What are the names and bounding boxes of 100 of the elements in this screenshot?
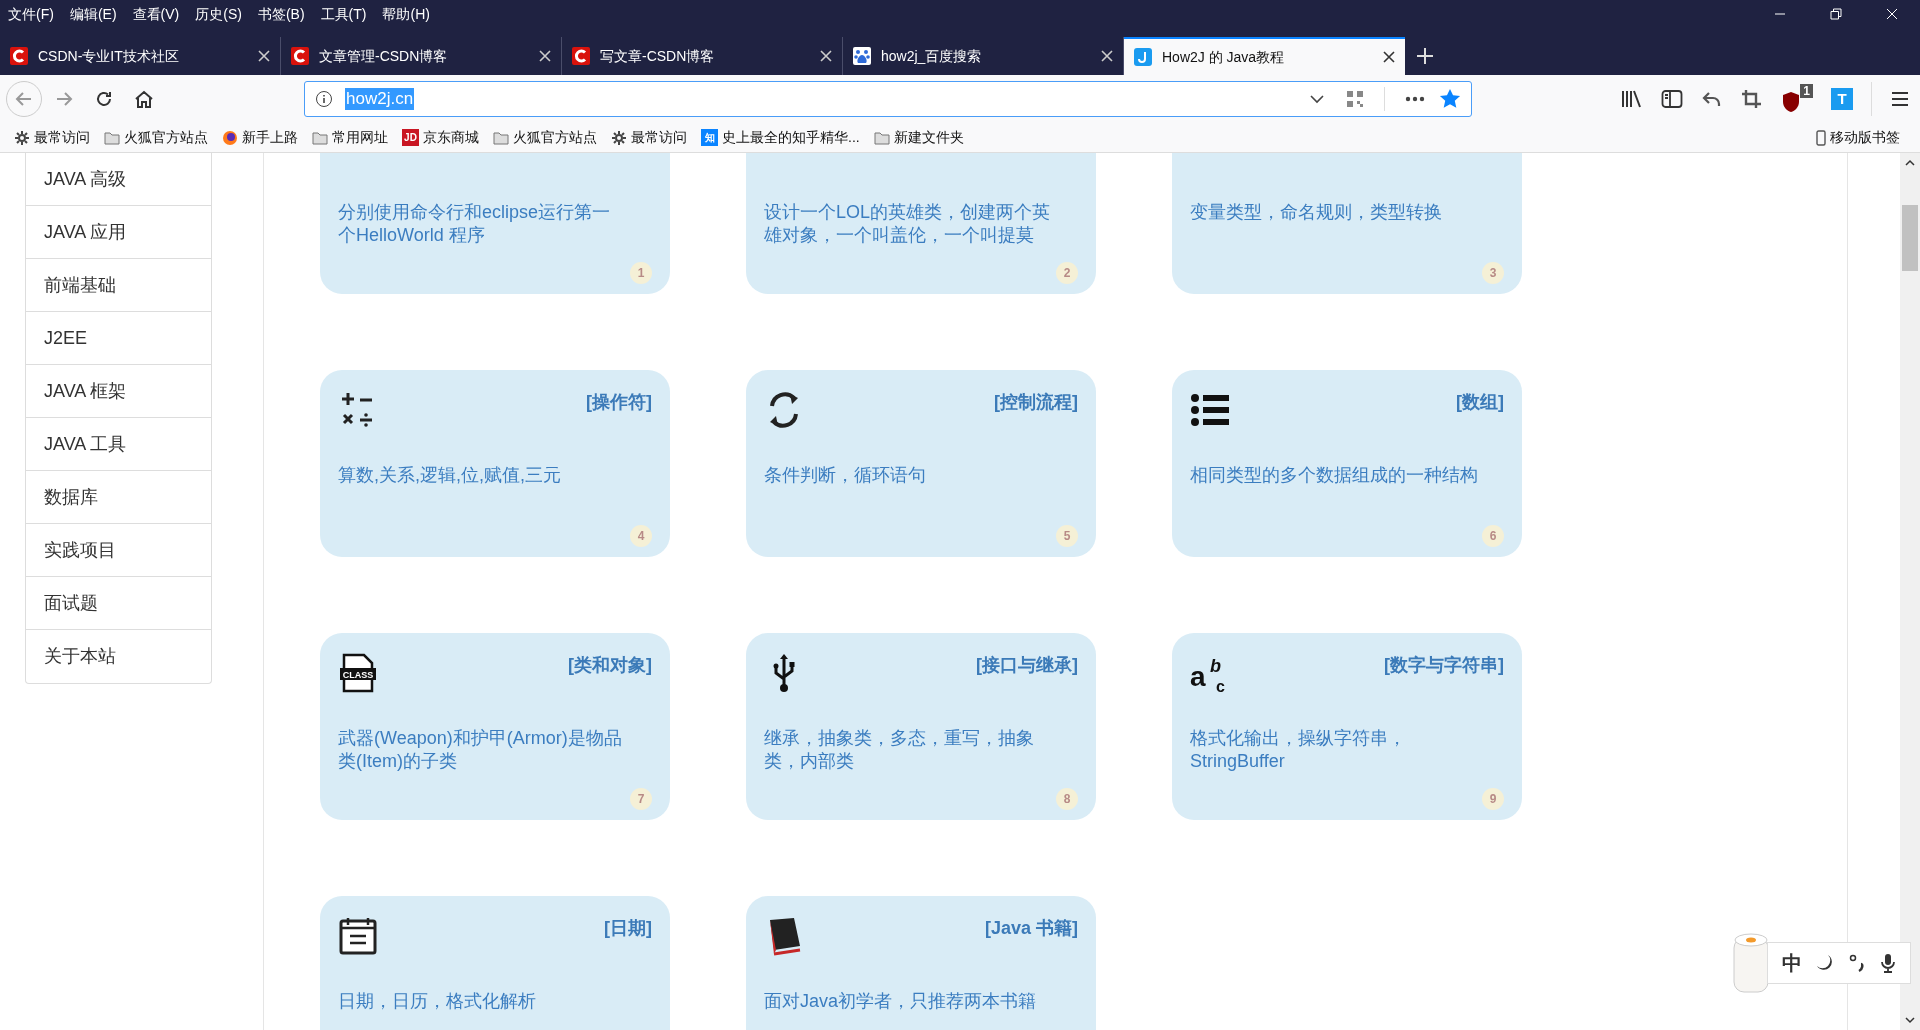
- qr-code-icon[interactable]: [1346, 90, 1364, 108]
- card-description: 算数,关系,逻辑,位,赋值,三元: [338, 464, 562, 487]
- gear-icon: [14, 129, 30, 146]
- plus-icon: [1416, 47, 1434, 65]
- lesson-number-badge: 4: [630, 525, 652, 547]
- reload-icon: [95, 90, 113, 108]
- lesson-number-badge: 5: [1056, 525, 1078, 547]
- moon-icon[interactable]: [1816, 954, 1834, 972]
- tab-title: CSDN-专业IT技术社区: [38, 46, 179, 66]
- folder-icon: [493, 129, 509, 146]
- tab-title: 文章管理-CSDN博客: [319, 46, 448, 66]
- folder-icon: [873, 129, 890, 146]
- close-tab-icon[interactable]: [1383, 51, 1395, 63]
- globe-icon: [222, 129, 238, 146]
- crop-icon[interactable]: [1741, 89, 1763, 109]
- microphone-icon[interactable]: [1880, 953, 1896, 973]
- bookmark-link[interactable]: 常用网址: [332, 127, 388, 148]
- bookmark-link[interactable]: 史上最全的知乎精华...: [722, 127, 860, 148]
- browser-tab[interactable]: How2J 的 Java教程: [1124, 37, 1405, 75]
- menu-item[interactable]: 文件(F): [0, 0, 62, 28]
- lesson-card[interactable]: 设计一个LOL的英雄类，创建两个英雄对象，一个叫盖伦，一个叫提莫 2: [746, 153, 1096, 294]
- mobile-bookmarks-link[interactable]: 移动版书签: [1830, 127, 1900, 148]
- sidebar-item[interactable]: 关于本站: [26, 630, 211, 683]
- bookmark-link[interactable]: 最常访问: [631, 127, 687, 148]
- card-description: 分别使用命令行和eclipse运行第一个HelloWorld 程序: [338, 201, 612, 247]
- menu-icon[interactable]: [1890, 90, 1910, 108]
- lesson-card[interactable]: [日期] 日期，日历，格式化解析: [320, 896, 670, 1030]
- card-description: 继承，抽象类，多态，重写，抽象类，内部类: [764, 727, 1035, 773]
- sidebar-item[interactable]: 数据库: [26, 471, 211, 524]
- c-logo-icon: [10, 47, 28, 65]
- sidebar-item[interactable]: JAVA 框架: [26, 365, 211, 418]
- calendar-icon: [338, 916, 378, 956]
- paw-icon: [853, 47, 871, 65]
- lesson-card[interactable]: [操作符] 算数,关系,逻辑,位,赋值,三元 4: [320, 370, 670, 557]
- bookmark-link[interactable]: 新建文件夹: [893, 127, 964, 148]
- menu-item[interactable]: 帮助(H): [374, 0, 438, 28]
- lesson-card[interactable]: CLASS [类和对象] 武器(Weapon)和护甲(Armor)是物品类(Item)的子类 7: [320, 633, 670, 820]
- undo-icon[interactable]: [1701, 89, 1723, 109]
- back-arrow-icon: [15, 90, 33, 108]
- bookmark-link[interactable]: 最常访问: [34, 127, 90, 148]
- scroll-up-icon[interactable]: [1905, 159, 1915, 167]
- menu-item[interactable]: 历史(S): [187, 0, 250, 28]
- dropdown-caret-icon[interactable]: [1310, 94, 1324, 104]
- menu-item[interactable]: 查看(V): [124, 0, 188, 28]
- bookmark-link[interactable]: 火狐官方站点: [513, 127, 597, 148]
- card-title[interactable]: [日期]: [604, 916, 652, 940]
- menu-item[interactable]: 书签(B): [249, 0, 313, 28]
- card-title[interactable]: [数组]: [1456, 390, 1504, 414]
- ime-mode-button[interactable]: 中: [1782, 948, 1802, 978]
- lesson-card[interactable]: [数组] 相同类型的多个数据组成的一种结构 6: [1172, 370, 1522, 557]
- menu-item[interactable]: 工具(T): [312, 0, 375, 28]
- card-description: 相同类型的多个数据组成的一种结构: [1190, 464, 1479, 487]
- info-icon[interactable]: [315, 90, 333, 108]
- j-logo-icon: [1134, 48, 1152, 66]
- card-description: 条件判断，循环语句: [764, 464, 927, 487]
- library-icon[interactable]: [1621, 89, 1643, 109]
- star-icon[interactable]: [1439, 88, 1461, 110]
- card-title[interactable]: [类和对象]: [568, 653, 652, 677]
- scrollbar[interactable]: [1900, 153, 1920, 1030]
- card-title[interactable]: [Java 书籍]: [984, 916, 1078, 940]
- card-title[interactable]: [数字与字符串]: [1384, 653, 1504, 677]
- card-title[interactable]: [操作符]: [586, 390, 652, 414]
- sidebar-item[interactable]: JAVA 高级: [26, 153, 211, 206]
- card-title[interactable]: [控制流程]: [994, 390, 1078, 414]
- menu-item[interactable]: 编辑(E): [61, 0, 125, 28]
- lesson-card[interactable]: [接口与继承] 继承，抽象类，多态，重写，抽象类，内部类 8: [746, 633, 1096, 820]
- gear-icon: [611, 129, 627, 146]
- lesson-card[interactable]: [控制流程] 条件判断，循环语句 5: [746, 370, 1096, 557]
- sidebar-item[interactable]: 实践项目: [26, 524, 211, 577]
- lesson-number-badge: 2: [1056, 262, 1078, 284]
- forward-arrow-icon: [55, 90, 73, 108]
- tab-title: How2J 的 Java教程: [1162, 47, 1285, 67]
- lesson-number-badge: 8: [1056, 788, 1078, 810]
- folder-icon: [312, 129, 328, 146]
- more-icon[interactable]: [1405, 96, 1425, 102]
- shield-extension-button[interactable]: 1: [1781, 84, 1813, 114]
- c-logo-icon: [291, 47, 309, 65]
- sidebar-item[interactable]: JAVA 工具: [26, 418, 211, 471]
- lesson-card[interactable]: 分别使用命令行和eclipse运行第一个HelloWorld 程序 1: [320, 153, 670, 294]
- bookmark-link[interactable]: 新手上路: [242, 127, 298, 148]
- sidebar-icon[interactable]: [1661, 89, 1683, 109]
- lesson-card[interactable]: [Java 书籍] 面对Java初学者，只推荐两本书籍: [746, 896, 1096, 1030]
- bookmark-link[interactable]: 京东商城: [423, 127, 479, 148]
- lesson-number-badge: 1: [630, 262, 652, 284]
- sidebar-item[interactable]: 前端基础: [26, 259, 211, 312]
- scrollbar-thumb[interactable]: [1902, 205, 1918, 271]
- bookmark-link[interactable]: 火狐官方站点: [124, 127, 208, 148]
- sidebar-item[interactable]: J2EE: [26, 312, 211, 365]
- phone-icon: [1816, 129, 1826, 146]
- scroll-down-icon[interactable]: [1905, 1016, 1915, 1024]
- punctuation-icon[interactable]: [1848, 953, 1866, 973]
- card-title[interactable]: [接口与继承]: [976, 653, 1078, 677]
- url-text: how2j.cn: [345, 88, 415, 110]
- sidebar-item[interactable]: JAVA 应用: [26, 206, 211, 259]
- sidebar-item[interactable]: 面试题: [26, 577, 211, 630]
- logo-badge: JD: [402, 129, 419, 146]
- lesson-card[interactable]: 变量类型，命名规则，类型转换 3: [1172, 153, 1522, 294]
- card-description: 武器(Weapon)和护甲(Armor)是物品类(Item)的子类: [338, 727, 623, 773]
- shield-icon: [1781, 91, 1801, 113]
- close-icon: [1886, 8, 1898, 20]
